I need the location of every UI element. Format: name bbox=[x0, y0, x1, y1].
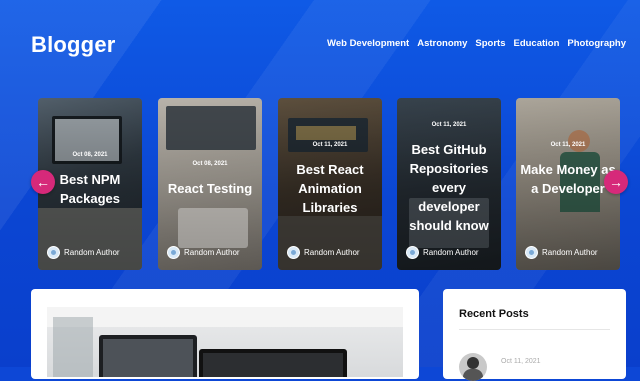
card-date: Oct 08, 2021 bbox=[192, 161, 228, 167]
card-author: Random Author bbox=[47, 246, 120, 259]
main-nav: Web Development Astronomy Sports Educati… bbox=[327, 38, 626, 49]
featured-post-card[interactable] bbox=[31, 289, 419, 379]
recent-posts-panel: Recent Posts Oct 11, 2021 bbox=[443, 289, 626, 381]
author-name: Random Author bbox=[304, 248, 360, 257]
carousel-card[interactable]: Oct 11, 2021 Best GitHub Repositories ev… bbox=[397, 98, 501, 270]
card-author: Random Author bbox=[167, 246, 240, 259]
nav-item-photography[interactable]: Photography bbox=[567, 38, 626, 49]
recent-post-date: Oct 11, 2021 bbox=[501, 358, 541, 365]
card-date: Oct 08, 2021 bbox=[72, 152, 108, 158]
carousel-card[interactable]: Oct 08, 2021 React Testing Random Author bbox=[158, 98, 262, 270]
divider bbox=[459, 329, 610, 330]
author-name: Random Author bbox=[184, 248, 240, 257]
carousel-prev-button[interactable]: ← bbox=[31, 170, 55, 194]
card-title[interactable]: Best NPM Packages bbox=[42, 170, 138, 208]
post-carousel: Oct 08, 2021 Best NPM Packages Random Au… bbox=[38, 98, 620, 270]
nav-item-web-development[interactable]: Web Development bbox=[327, 38, 409, 49]
author-avatar bbox=[167, 246, 180, 259]
card-author: Random Author bbox=[287, 246, 360, 259]
carousel-card[interactable]: Oct 11, 2021 Best React Animation Librar… bbox=[278, 98, 382, 270]
arrow-right-icon: → bbox=[609, 174, 623, 190]
nav-item-sports[interactable]: Sports bbox=[475, 38, 505, 49]
author-avatar bbox=[406, 246, 419, 259]
arrow-left-icon: ← bbox=[36, 174, 50, 190]
card-date: Oct 11, 2021 bbox=[431, 122, 467, 128]
nav-item-astronomy[interactable]: Astronomy bbox=[417, 38, 467, 49]
recent-posts-title: Recent Posts bbox=[459, 308, 529, 320]
carousel-next-button[interactable]: → bbox=[604, 170, 628, 194]
nav-item-education[interactable]: Education bbox=[513, 38, 559, 49]
card-title[interactable]: Best React Animation Libraries bbox=[282, 160, 378, 217]
card-date: Oct 11, 2021 bbox=[550, 142, 586, 148]
card-author: Random Author bbox=[525, 246, 598, 259]
card-title[interactable]: Best GitHub Repositories every developer… bbox=[401, 140, 497, 235]
author-name: Random Author bbox=[542, 248, 598, 257]
author-avatar bbox=[287, 246, 300, 259]
card-title[interactable]: React Testing bbox=[162, 179, 258, 198]
author-avatar bbox=[525, 246, 538, 259]
author-avatar bbox=[47, 246, 60, 259]
card-date: Oct 11, 2021 bbox=[312, 142, 348, 148]
card-title[interactable]: Make Money as a Developer bbox=[520, 160, 616, 198]
card-author: Random Author bbox=[406, 246, 479, 259]
recent-post-thumbnail[interactable] bbox=[459, 353, 487, 381]
site-logo[interactable]: Blogger bbox=[31, 32, 116, 58]
author-name: Random Author bbox=[423, 248, 479, 257]
author-name: Random Author bbox=[64, 248, 120, 257]
